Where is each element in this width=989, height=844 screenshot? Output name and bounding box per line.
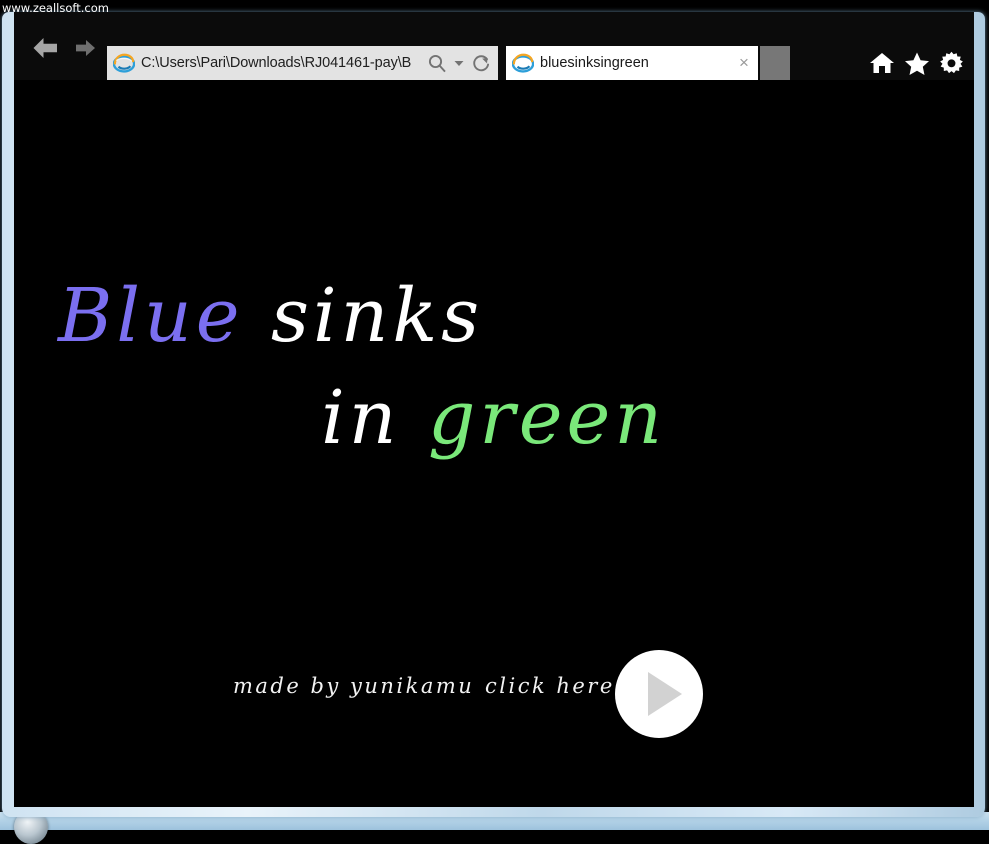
home-button[interactable] [869,51,895,75]
web-page-content: Blue sinks in green made by yunikamu cli… [14,80,974,807]
address-text[interactable]: C:\Users\Pari\Downloads\RJ041461-pay\B [141,55,424,71]
desktop-background: C:\Users\Pari\Downloads\RJ041461-pay\B [0,0,989,830]
tab-strip: bluesinksingreen × [506,46,790,80]
page-headline: Blue sinks in green [14,265,674,469]
refresh-icon[interactable] [468,53,494,73]
search-icon[interactable] [424,53,450,73]
browser-window-frame: C:\Users\Pari\Downloads\RJ041461-pay\B [2,12,985,817]
headline-line-2: in green [14,367,674,469]
chrome-tool-buttons [869,46,964,80]
tab-label: bluesinksingreen [540,55,732,71]
page-footer: made by yunikamu click here [14,650,714,750]
play-icon [648,672,682,716]
headline-word-blue: Blue [58,273,244,359]
home-icon [869,51,895,75]
internet-explorer-icon [113,52,135,74]
watermark-text: www.zeallsoft.com [2,1,109,15]
tools-button[interactable] [939,51,964,76]
browser-window: C:\Users\Pari\Downloads\RJ041461-pay\B [14,12,974,807]
play-button[interactable] [615,650,703,738]
headline-word-in: in [321,375,400,461]
forward-button[interactable] [74,38,98,58]
gear-icon [939,51,964,76]
tab-bluesinksingreen[interactable]: bluesinksingreen × [506,46,758,80]
star-icon [904,51,930,76]
internet-explorer-icon [512,52,534,74]
close-icon[interactable]: × [732,51,756,75]
arrow-right-icon [74,38,98,58]
address-bar[interactable]: C:\Users\Pari\Downloads\RJ041461-pay\B [107,46,498,80]
chevron-down-icon[interactable] [450,57,468,69]
browser-toolbar: C:\Users\Pari\Downloads\RJ041461-pay\B [14,12,974,80]
new-tab-button[interactable] [760,46,790,80]
click-here-label: click here [485,674,615,698]
headline-line-1: Blue sinks [14,265,674,367]
credit-text: made by yunikamu [233,674,474,698]
back-button[interactable] [30,35,60,61]
headline-word-sinks: sinks [271,273,483,359]
headline-word-green: green [428,375,666,461]
arrow-left-icon [30,35,60,61]
favorites-button[interactable] [904,51,930,76]
